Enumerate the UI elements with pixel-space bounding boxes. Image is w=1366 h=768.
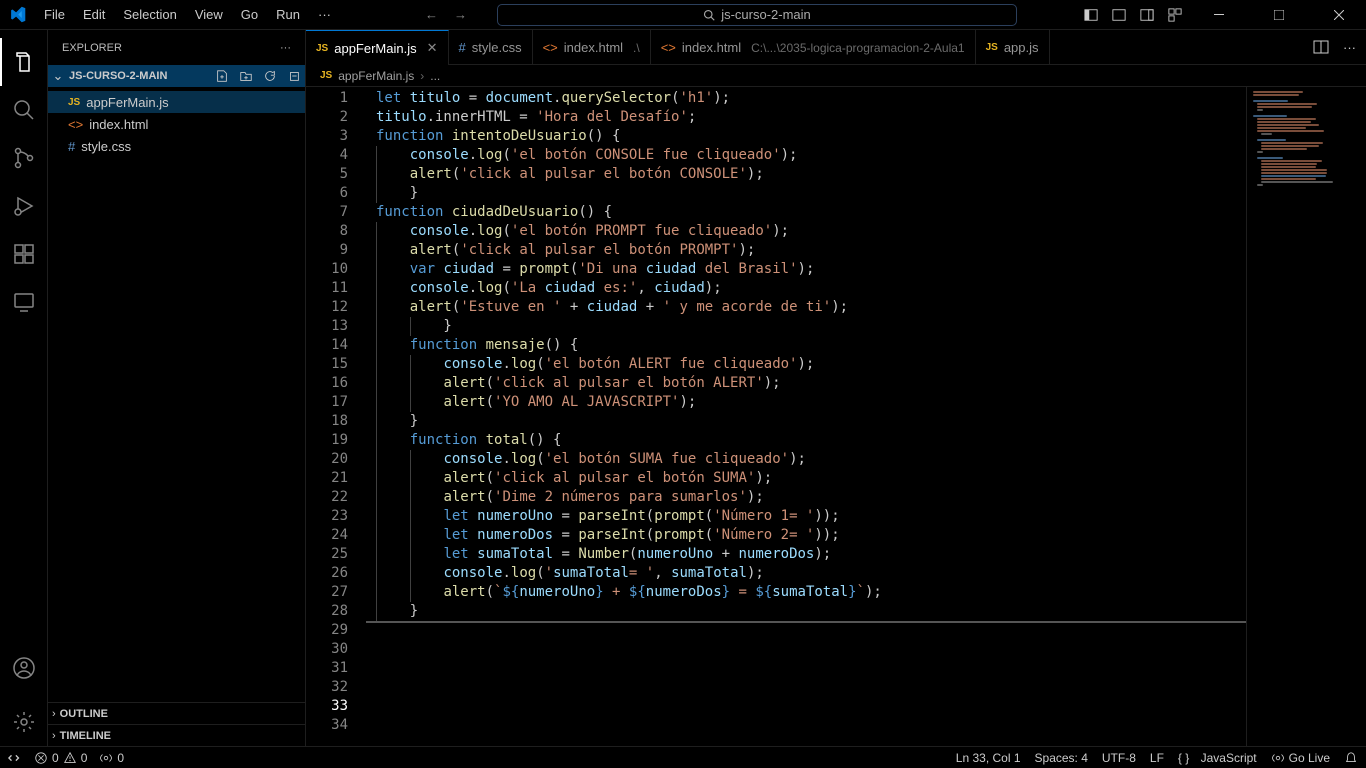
- settings-gear-icon[interactable]: [0, 698, 48, 746]
- accounts-icon[interactable]: [0, 644, 48, 692]
- language-mode[interactable]: { } JavaScript: [1178, 751, 1257, 765]
- tab-label: appFerMain.js: [334, 41, 416, 56]
- vscode-logo-icon: [0, 6, 35, 23]
- tab-label: index.html: [564, 40, 623, 55]
- tab-path: .\: [633, 41, 640, 55]
- editor-tab[interactable]: <> index.html C:\...\2035-logica-programac…: [651, 30, 976, 65]
- layout-panel-bottom-icon[interactable]: [1112, 8, 1126, 22]
- layout-panel-right-icon[interactable]: [1140, 8, 1154, 22]
- go-live[interactable]: Go Live: [1271, 751, 1330, 765]
- breadcrumb-separator: ›: [420, 69, 424, 83]
- status-bar: 0 0 0 Ln 33, Col 1 Spaces: 4 UTF-8 LF { …: [0, 746, 1366, 768]
- new-file-icon[interactable]: [215, 69, 229, 83]
- workspace-name: JS-CURSO-2-MAIN: [69, 70, 212, 82]
- chevron-down-icon: ⌄: [50, 68, 66, 84]
- explorer-more-icon[interactable]: ···: [280, 42, 291, 54]
- outline-section[interactable]: › OUTLINE: [48, 702, 305, 724]
- explorer-title: EXPLORER: [62, 42, 122, 54]
- file-item[interactable]: # style.css: [48, 135, 305, 157]
- minimap[interactable]: [1246, 87, 1366, 746]
- css-file-icon: #: [68, 139, 75, 154]
- editor-tab[interactable]: <> index.html .\: [533, 30, 651, 65]
- code-editor[interactable]: let titulo = document.querySelector('h1'…: [366, 87, 1246, 746]
- search-icon[interactable]: [0, 86, 48, 134]
- timeline-section[interactable]: › TIMELINE: [48, 724, 305, 746]
- window-minimize-button[interactable]: [1196, 0, 1242, 30]
- breadcrumb-rest: ...: [430, 69, 440, 83]
- close-tab-icon[interactable]: ✕: [427, 40, 438, 56]
- tab-path: C:\...\2035-logica-programacion-2-Aula1: [751, 41, 964, 55]
- editor-tabs: JS appFerMain.js ✕ # style.css <> index.html .\…: [306, 30, 1366, 65]
- more-actions-icon[interactable]: ···: [1343, 40, 1356, 55]
- remote-explorer-icon[interactable]: [0, 278, 48, 326]
- menu-go[interactable]: Go: [232, 7, 267, 22]
- outline-label: OUTLINE: [60, 708, 108, 720]
- js-file-icon: JS: [320, 70, 332, 81]
- menu-view[interactable]: View: [186, 7, 232, 22]
- editor-tab[interactable]: JS app.js: [976, 30, 1050, 65]
- new-folder-icon[interactable]: [239, 69, 253, 83]
- layout-customize-icon[interactable]: [1168, 8, 1182, 22]
- file-item[interactable]: <> index.html: [48, 113, 305, 135]
- timeline-label: TIMELINE: [60, 730, 111, 742]
- minimap-content: [1253, 91, 1360, 193]
- chevron-right-icon: ›: [52, 730, 56, 742]
- collapse-all-icon[interactable]: [287, 69, 301, 83]
- menu-edit[interactable]: Edit: [74, 7, 114, 22]
- editor-tab[interactable]: JS appFerMain.js ✕: [306, 30, 449, 65]
- breadcrumb[interactable]: JS appFerMain.js › ...: [306, 65, 1366, 87]
- file-item[interactable]: JS appFerMain.js: [48, 91, 305, 113]
- menu-run[interactable]: Run: [267, 7, 309, 22]
- layout-panel-left-icon[interactable]: [1084, 8, 1098, 22]
- refresh-icon[interactable]: [263, 69, 277, 83]
- js-file-icon: JS: [986, 42, 998, 53]
- menu-file[interactable]: File: [35, 7, 74, 22]
- html-file-icon: <>: [661, 40, 676, 55]
- editor-area: JS appFerMain.js ✕ # style.css <> index.html .\…: [306, 30, 1366, 746]
- explorer-sidebar: EXPLORER ··· ⌄ JS-CURSO-2-MAIN JS appFerM…: [48, 30, 306, 746]
- eol[interactable]: LF: [1150, 751, 1164, 765]
- explorer-icon[interactable]: [0, 38, 48, 86]
- html-file-icon: <>: [543, 40, 558, 55]
- command-center[interactable]: js-curso-2-main: [497, 4, 1017, 26]
- nav-back-icon[interactable]: ←: [425, 7, 438, 22]
- encoding[interactable]: UTF-8: [1102, 751, 1136, 765]
- cursor-position[interactable]: Ln 33, Col 1: [956, 751, 1021, 765]
- title-bar: FileEditSelectionViewGoRun··· ← → js-cur…: [0, 0, 1366, 30]
- split-editor-icon[interactable]: [1313, 39, 1329, 55]
- line-gutter: 1234567891011121314151617181920212223242…: [306, 87, 366, 746]
- indentation[interactable]: Spaces: 4: [1035, 751, 1088, 765]
- editor-tab[interactable]: # style.css: [449, 30, 533, 65]
- source-control-icon[interactable]: [0, 134, 48, 182]
- chevron-right-icon: ›: [52, 708, 56, 720]
- extensions-icon[interactable]: [0, 230, 48, 278]
- remote-indicator[interactable]: [8, 751, 22, 765]
- file-name: style.css: [81, 139, 131, 154]
- nav-forward-icon[interactable]: →: [454, 7, 467, 22]
- js-file-icon: JS: [316, 43, 328, 54]
- notifications-icon[interactable]: [1344, 751, 1358, 765]
- activity-bar: [0, 30, 48, 746]
- search-text: js-curso-2-main: [721, 7, 811, 22]
- file-tree: JS appFerMain.js<> index.html # style.css: [48, 87, 305, 161]
- tab-label: index.html: [682, 40, 741, 55]
- breadcrumb-file: appFerMain.js: [338, 69, 414, 83]
- js-file-icon: JS: [68, 97, 80, 108]
- menu-selection[interactable]: Selection: [114, 7, 185, 22]
- window-close-button[interactable]: [1316, 0, 1362, 30]
- file-name: appFerMain.js: [86, 95, 168, 110]
- menu-bar: FileEditSelectionViewGoRun···: [35, 7, 340, 22]
- problems-indicator[interactable]: 0 0: [34, 751, 87, 765]
- run-debug-icon[interactable]: [0, 182, 48, 230]
- ports-indicator[interactable]: 0: [99, 751, 124, 765]
- window-maximize-button[interactable]: [1256, 0, 1302, 30]
- menu-···[interactable]: ···: [309, 7, 340, 22]
- css-file-icon: #: [459, 40, 466, 55]
- tab-label: style.css: [472, 40, 522, 55]
- file-name: index.html: [89, 117, 148, 132]
- tab-label: app.js: [1004, 40, 1039, 55]
- html-file-icon: <>: [68, 117, 83, 132]
- workspace-header[interactable]: ⌄ JS-CURSO-2-MAIN: [48, 65, 305, 87]
